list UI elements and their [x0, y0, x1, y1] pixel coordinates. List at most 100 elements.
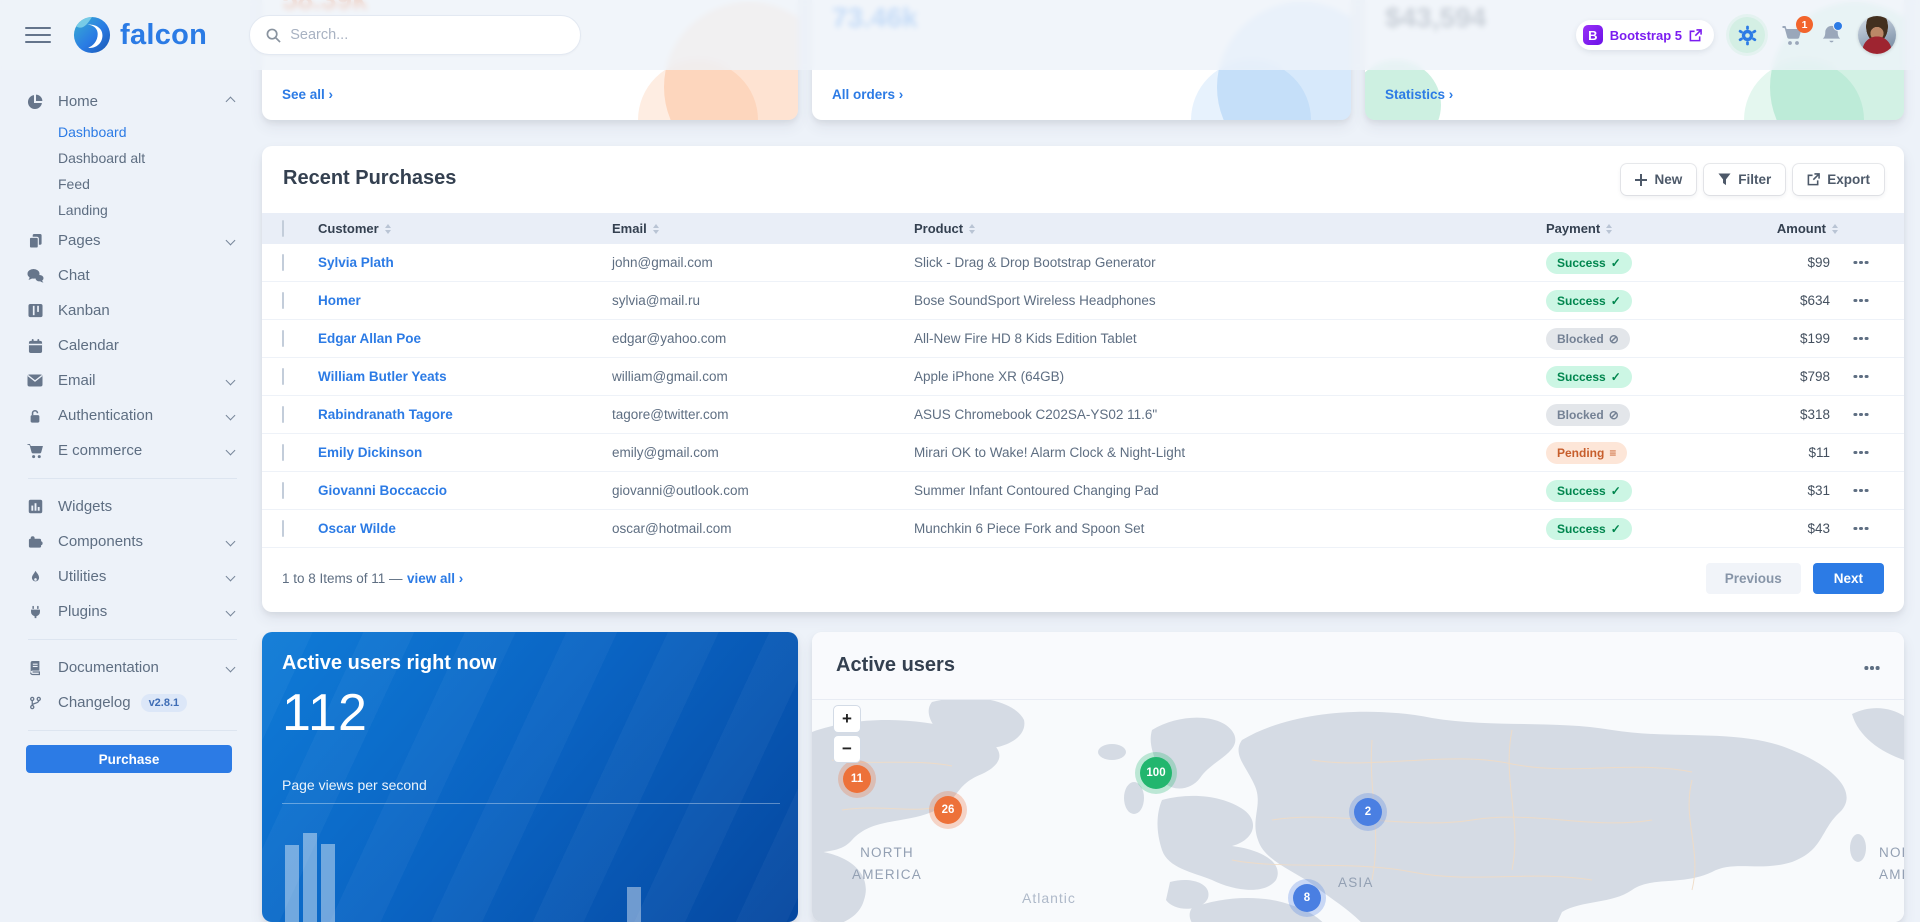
falcon-logo-icon: [73, 16, 111, 54]
customer-link[interactable]: Sylvia Plath: [318, 255, 612, 270]
sidebar-item-changelog[interactable]: Changelog v2.8.1: [25, 685, 240, 720]
row-menu-button[interactable]: [1838, 337, 1884, 341]
pages-icon: [25, 233, 45, 249]
row-checkbox[interactable]: [282, 292, 284, 309]
cart-button[interactable]: 1: [1780, 23, 1805, 47]
table-row: Rabindranath Tagore tagore@twitter.com A…: [262, 396, 1904, 434]
row-menu-button[interactable]: [1838, 489, 1884, 493]
customer-link[interactable]: Oscar Wilde: [318, 521, 612, 536]
main-content: 58.39k See all Orders 0.0% 73.46k All or…: [262, 0, 1920, 902]
column-header-amount[interactable]: Amount: [1726, 221, 1838, 236]
top-navbar: falcon B Bootstrap 5: [0, 0, 1920, 70]
customer-link[interactable]: Giovanni Boccaccio: [318, 483, 612, 498]
sidebar-item-dashboard-alt[interactable]: Dashboard alt: [25, 145, 240, 171]
user-avatar[interactable]: [1858, 16, 1896, 54]
sidebar-item-kanban[interactable]: Kanban: [25, 293, 240, 328]
sidebar-item-ecommerce[interactable]: E commerce: [25, 433, 240, 468]
sidebar-item-dashboard[interactable]: Dashboard: [25, 119, 240, 145]
chevron-down-icon: [226, 411, 236, 421]
row-menu-button[interactable]: [1838, 375, 1884, 379]
map-zoom-out-button[interactable]: −: [833, 735, 861, 763]
row-checkbox[interactable]: [282, 482, 284, 499]
sidebar-item-plugins[interactable]: Plugins: [25, 594, 240, 629]
row-checkbox[interactable]: [282, 330, 284, 347]
export-button-label: Export: [1827, 172, 1870, 187]
row-menu-button[interactable]: [1838, 261, 1884, 265]
sidebar-item-components[interactable]: Components: [25, 524, 240, 559]
map-marker[interactable]: 8: [1293, 884, 1321, 912]
column-header-customer[interactable]: Customer: [318, 221, 612, 236]
map-marker[interactable]: 100: [1140, 757, 1172, 789]
card-title: Active users right now: [282, 652, 778, 675]
table-body: Sylvia Plath john@gmail.com Slick - Drag…: [262, 244, 1904, 548]
sidebar-item-utilities[interactable]: Utilities: [25, 559, 240, 594]
statistics-link[interactable]: Statistics: [1385, 87, 1453, 102]
sidebar-item-widgets[interactable]: Widgets: [25, 489, 240, 524]
sidebar-item-calendar[interactable]: Calendar: [25, 328, 240, 363]
customer-link[interactable]: Rabindranath Tagore: [318, 407, 612, 422]
sidebar-item-home[interactable]: Home: [25, 84, 240, 119]
sidebar-item-feed[interactable]: Feed: [25, 171, 240, 197]
sidebar-item-chat[interactable]: Chat: [25, 258, 240, 293]
previous-button[interactable]: Previous: [1706, 563, 1801, 594]
map-marker[interactable]: 26: [934, 796, 962, 824]
search-input[interactable]: [290, 27, 564, 43]
sidebar-item-label: Chat: [58, 267, 90, 284]
map-marker[interactable]: 2: [1354, 798, 1382, 826]
email-cell: sylvia@mail.ru: [612, 293, 914, 308]
all-orders-link[interactable]: All orders: [832, 87, 903, 102]
world-map[interactable]: NORTH AMERICA NORTH AMERICA ASIA Atlanti…: [812, 700, 1904, 922]
filter-button[interactable]: Filter: [1704, 164, 1785, 195]
active-users-now-card: Active users right now 112 Page views pe…: [262, 632, 798, 922]
sidebar-item-label: Widgets: [58, 498, 112, 515]
customer-link[interactable]: William Butler Yeats: [318, 369, 612, 384]
customer-link[interactable]: Emily Dickinson: [318, 445, 612, 460]
chart-subtitle: Page views per second: [282, 777, 427, 793]
email-cell: william@gmail.com: [612, 369, 914, 384]
customer-link[interactable]: Homer: [318, 293, 612, 308]
falcon-logo[interactable]: falcon: [73, 16, 207, 54]
hamburger-menu-icon[interactable]: [25, 27, 51, 44]
view-all-link[interactable]: view all: [407, 571, 463, 586]
purchase-button[interactable]: Purchase: [26, 745, 232, 773]
row-checkbox[interactable]: [282, 444, 284, 461]
sidebar-item-documentation[interactable]: Documentation: [25, 650, 240, 685]
sidebar-item-authentication[interactable]: Authentication: [25, 398, 240, 433]
sidebar-item-label: Components: [58, 533, 143, 550]
check-icon: ✓: [1611, 522, 1621, 536]
map-zoom-in-button[interactable]: +: [833, 705, 861, 733]
notifications-button[interactable]: [1820, 24, 1843, 47]
chat-icon: [25, 268, 45, 283]
row-menu-button[interactable]: [1838, 451, 1884, 455]
page-title: Recent Purchases: [283, 167, 456, 190]
gear-icon: [1737, 25, 1758, 46]
next-button[interactable]: Next: [1813, 563, 1884, 594]
column-header-product[interactable]: Product: [914, 221, 1546, 236]
map-marker[interactable]: 11: [843, 765, 871, 793]
see-all-link[interactable]: See all: [282, 87, 333, 102]
column-header-payment[interactable]: Payment: [1546, 221, 1726, 236]
sidebar-item-email[interactable]: Email: [25, 363, 240, 398]
select-all-checkbox[interactable]: [282, 220, 284, 237]
row-checkbox[interactable]: [282, 520, 284, 537]
row-checkbox[interactable]: [282, 406, 284, 423]
row-menu-button[interactable]: [1838, 413, 1884, 417]
amount-cell: $798: [1726, 369, 1838, 384]
sidebar-item-pages[interactable]: Pages: [25, 223, 240, 258]
bootstrap5-badge[interactable]: B Bootstrap 5: [1576, 20, 1714, 50]
row-menu-button[interactable]: [1838, 299, 1884, 303]
row-checkbox[interactable]: [282, 368, 284, 385]
new-button[interactable]: New: [1621, 164, 1696, 195]
card-menu-button[interactable]: [1864, 651, 1880, 681]
table-row: Homer sylvia@mail.ru Bose SoundSport Wir…: [262, 282, 1904, 320]
sort-icon: [969, 224, 975, 234]
export-button[interactable]: Export: [1793, 164, 1884, 195]
falcon-dashboard: { "brand": { "name": "falcon" }, "navbar…: [0, 0, 1920, 902]
column-header-email[interactable]: Email: [612, 221, 914, 236]
sidebar-item-landing[interactable]: Landing: [25, 197, 240, 223]
row-checkbox[interactable]: [282, 254, 284, 271]
brand-name: falcon: [120, 19, 207, 52]
settings-button[interactable]: [1729, 17, 1765, 53]
customer-link[interactable]: Edgar Allan Poe: [318, 331, 612, 346]
row-menu-button[interactable]: [1838, 527, 1884, 531]
